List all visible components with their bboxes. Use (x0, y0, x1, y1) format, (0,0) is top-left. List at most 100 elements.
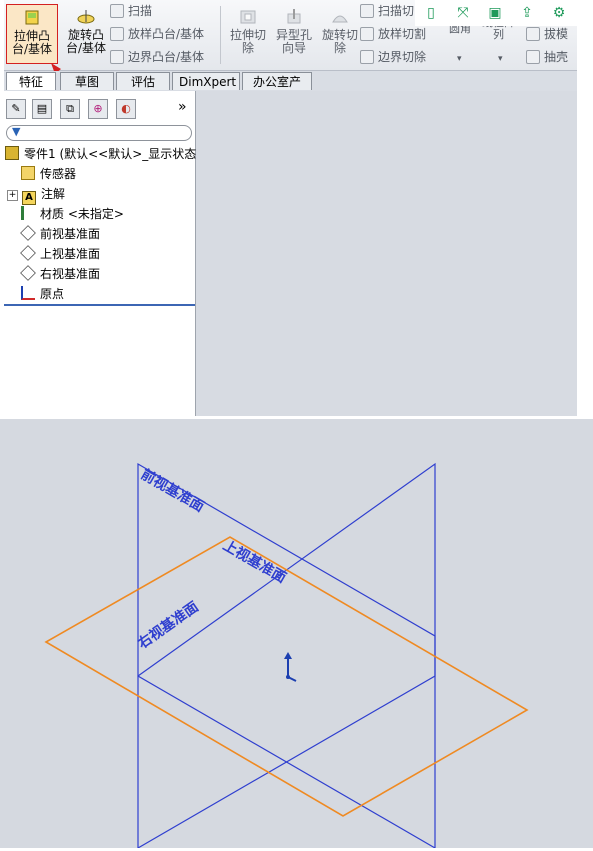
loft-boss-icon (110, 27, 124, 41)
top-plane-label: 上视基准面 (220, 537, 289, 587)
shell-label: 抽壳 (544, 50, 569, 64)
tree-item-material[interactable]: 材质 <未指定> (21, 205, 124, 223)
linear-pattern-dropdown[interactable]: ▾ (498, 50, 503, 68)
plane-icon (20, 265, 36, 281)
loft-cut-icon (360, 27, 374, 41)
tab-evaluate[interactable]: 评估 (116, 72, 170, 90)
graphics-area[interactable] (196, 91, 577, 416)
property-manager-tab-icon[interactable]: ▤ (32, 99, 52, 119)
filter-funnel-icon: ▼ (12, 125, 21, 138)
tree-item-origin[interactable]: 原点 (21, 285, 64, 303)
revolve-cut-button[interactable]: 旋转切 除 (314, 4, 366, 64)
ribbon-separator (220, 6, 221, 64)
tree-item-part[interactable]: 零件1 (默认<<默认>_显示状态 (5, 145, 196, 163)
tablet-icon[interactable]: ▯ (421, 3, 441, 23)
sweep-label: 扫描 (128, 4, 153, 18)
dimxpert-manager-tab-icon[interactable]: ⊕ (88, 99, 108, 119)
save-icon[interactable]: ▣ (485, 3, 505, 23)
tree-item-annotations-label: 注解 (41, 187, 66, 201)
tree-item-front-plane-label: 前视基准面 (40, 227, 101, 241)
draft-button[interactable]: 拔模 (526, 25, 568, 43)
reference-planes-view: 前视基准面 上视基准面 右视基准面 (44, 462, 529, 850)
loft-boss-label: 放样凸台/基体 (128, 27, 205, 41)
plane-icon (20, 245, 36, 261)
panel-more-button[interactable]: » (178, 99, 187, 115)
extrude-boss-icon (25, 10, 39, 25)
settings-gear-icon[interactable]: ⚙ (549, 3, 569, 23)
feature-tree-tab-icon[interactable]: ✎ (6, 99, 26, 119)
boundary-cut-icon (360, 50, 374, 64)
revolve-boss-button[interactable]: 旋转凸 台/基体 (60, 4, 112, 64)
swept-cut-icon (360, 4, 374, 18)
tab-office-products[interactable]: 办公室产品 (242, 72, 312, 107)
tree-item-sensors[interactable]: 传感器 (21, 165, 76, 183)
loft-cut-button[interactable]: 放样切割 (360, 25, 426, 43)
sweep-button[interactable]: 扫描 (110, 2, 152, 20)
revolve-cut-label-2: 除 (333, 41, 346, 55)
tree-item-right-plane-label: 右视基准面 (40, 267, 101, 281)
feature-ribbon: 拉伸凸 台/基体 旋转凸 台/基体 扫描 放样凸台/基体 边界凸台/基体 拉伸切… (4, 0, 577, 97)
sweep-icon (110, 4, 124, 18)
expand-toggle-icon[interactable]: + (7, 190, 18, 201)
rollback-bar[interactable] (4, 304, 195, 306)
loft-boss-button[interactable]: 放样凸台/基体 (110, 25, 204, 43)
panel-toolbar: ✎ ▤ ⧉ ⊕ ◐ » (6, 99, 193, 121)
boundary-boss-label: 边界凸台/基体 (128, 50, 205, 64)
tree-item-origin-label: 原点 (40, 287, 65, 301)
plane-icon (20, 225, 36, 241)
linear-pattern-label-2: 列 (493, 28, 504, 41)
tree-item-right-plane[interactable]: 右视基准面 (20, 265, 101, 283)
tab-features[interactable]: 特征 (6, 72, 56, 90)
right-plane-label: 右视基准面 (134, 598, 202, 653)
share-icon[interactable]: ⇪ (517, 3, 537, 23)
solidworks-window: 拉伸凸 台/基体 旋转凸 台/基体 扫描 放样凸台/基体 边界凸台/基体 拉伸切… (4, 0, 577, 416)
tree-item-front-plane[interactable]: 前视基准面 (20, 225, 101, 243)
boundary-cut-label: 边界切除 (378, 50, 427, 64)
boundary-boss-icon (110, 50, 124, 64)
fullscreen-icon[interactable]: ⤧ (453, 3, 473, 23)
tree-item-annotations[interactable]: + A 注解 (7, 185, 66, 205)
tree-item-top-plane[interactable]: 上视基准面 (20, 245, 101, 263)
origin-icon (21, 286, 35, 300)
display-manager-tab-icon[interactable]: ◐ (116, 99, 136, 119)
draft-icon (526, 27, 540, 41)
revolve-cut-icon (332, 15, 348, 23)
fillet-dropdown[interactable]: ▾ (457, 50, 462, 68)
tree-filter-input[interactable]: ▼ (6, 125, 192, 141)
origin-icon[interactable] (284, 652, 297, 682)
extrude-boss-label-2: 台/基体 (11, 42, 53, 56)
tree-item-material-label: 材质 <未指定> (40, 207, 124, 221)
boundary-boss-button[interactable]: 边界凸台/基体 (110, 48, 204, 66)
front-plane-label: 前视基准面 (138, 466, 207, 516)
hole-wizard-button[interactable]: 异型孔 向导 (268, 4, 320, 64)
extrude-cut-icon (240, 10, 256, 24)
draft-label: 拔模 (544, 27, 569, 41)
sensor-folder-icon (21, 166, 35, 180)
part-icon (5, 146, 19, 160)
command-manager-tabs: 特征 草图 评估 DimXpert 办公室产品 (4, 71, 577, 107)
shell-icon (526, 50, 540, 64)
revolve-boss-label-2: 台/基体 (65, 41, 107, 55)
hole-wizard-icon (287, 9, 301, 24)
material-icon (21, 206, 35, 220)
tab-dimxpert[interactable]: DimXpert (172, 72, 240, 90)
hole-wizard-label-2: 向导 (281, 41, 306, 55)
tree-item-sensors-label: 传感器 (40, 167, 77, 181)
feature-manager-panel: ✎ ▤ ⧉ ⊕ ◐ » ▼ 零件1 (默认<<默认>_显示状态 传感器 + A 注解… (4, 91, 196, 416)
tab-sketch[interactable]: 草图 (60, 72, 114, 90)
swept-cut-label: 扫描切 (378, 4, 415, 18)
tree-item-top-plane-label: 上视基准面 (40, 247, 101, 261)
annotation-icon: A (22, 191, 36, 205)
swept-cut-button[interactable]: 扫描切 (360, 2, 414, 20)
quick-icon-strip: ▯ ⤧ ▣ ⇪ ⚙ (415, 0, 577, 26)
extrude-boss-button[interactable]: 拉伸凸 台/基体 (6, 4, 58, 64)
revolve-boss-icon (77, 10, 95, 24)
extrude-cut-button[interactable]: 拉伸切 除 (222, 4, 274, 64)
graphics-viewport[interactable]: 前视基准面 上视基准面 右视基准面 (0, 419, 593, 850)
extrude-cut-label-2: 除 (241, 41, 254, 55)
shell-button[interactable]: 抽壳 (526, 48, 568, 66)
configuration-manager-tab-icon[interactable]: ⧉ (60, 99, 80, 119)
boundary-cut-button[interactable]: 边界切除 (360, 48, 426, 66)
tree-item-part-label: 零件1 (默认<<默认>_显示状态 (24, 147, 197, 161)
loft-cut-label: 放样切割 (378, 27, 427, 41)
